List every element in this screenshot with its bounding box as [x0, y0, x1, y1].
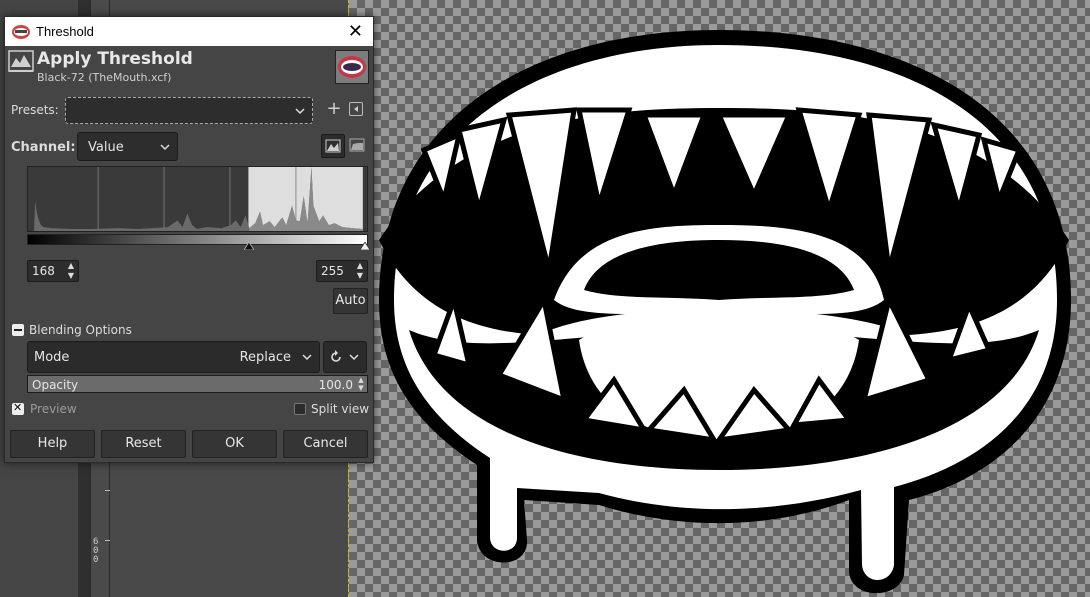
chevron-down-icon [302, 354, 312, 361]
decrement-icon[interactable]: ▼ [64, 271, 78, 281]
help-button[interactable]: Help [10, 430, 95, 458]
threshold-dialog: Threshold ✕ Apply Threshold Black-72 (Th… [4, 16, 374, 463]
histogram-area [27, 166, 370, 258]
high-threshold-spinner[interactable]: 255 ▲ ▼ [316, 260, 368, 282]
channel-value: Value [88, 140, 124, 155]
channel-dropdown[interactable]: Value [77, 132, 178, 161]
auto-button[interactable]: Auto [333, 288, 368, 314]
opacity-slider[interactable]: Opacity 100.0 ▲ ▼ [27, 375, 368, 393]
mode-value: Replace [239, 350, 291, 365]
low-threshold-handle[interactable] [244, 242, 254, 250]
decrement-icon[interactable]: ▼ [356, 384, 366, 392]
mode-label: Mode [34, 350, 70, 365]
increment-icon[interactable]: ▲ [356, 376, 366, 384]
dialog-title: Threshold [36, 24, 94, 39]
reset-icon [331, 350, 341, 362]
presets-label: Presets: [11, 103, 59, 117]
ok-button[interactable]: OK [192, 430, 277, 458]
mouth-artwork [379, 30, 1071, 594]
high-threshold-value: 255 [321, 264, 344, 278]
reset-button[interactable]: Reset [101, 430, 186, 458]
ruler-label: 600 [93, 537, 99, 565]
linear-histogram-button[interactable] [321, 134, 345, 158]
presets-row: Presets: + [5, 96, 373, 126]
chevron-down-icon [295, 107, 305, 114]
presets-dropdown[interactable] [65, 97, 313, 124]
low-threshold-spinner[interactable]: 168 ▲ ▼ [27, 260, 79, 282]
low-threshold-value: 168 [32, 264, 55, 278]
dialog-heading: Apply Threshold [37, 49, 193, 69]
channel-label: Channel: [11, 140, 76, 155]
split-view-checkbox[interactable] [294, 403, 306, 415]
chevron-down-icon [349, 354, 359, 361]
opacity-value: 100.0 [318, 378, 353, 392]
decrement-icon[interactable]: ▼ [353, 271, 367, 281]
log-histogram-button[interactable] [346, 134, 370, 158]
blend-mode-dropdown[interactable]: Mode Replace [27, 341, 320, 373]
threshold-gradient-bar[interactable] [27, 234, 368, 245]
close-icon[interactable]: ✕ [348, 21, 363, 41]
high-threshold-handle[interactable] [360, 242, 370, 250]
preview-checkbox[interactable] [12, 401, 24, 415]
collapse-icon[interactable] [12, 324, 24, 336]
image-name: Black-72 (TheMouth.xcf) [37, 71, 172, 84]
linear-histogram-icon [325, 139, 341, 153]
presets-menu-icon[interactable] [349, 102, 363, 116]
composite-mode-dropdown[interactable] [323, 341, 367, 373]
log-histogram-icon [349, 138, 365, 152]
blending-options-label: Blending Options [29, 323, 132, 337]
opacity-fill [28, 376, 367, 392]
threshold-tool-icon [8, 50, 34, 72]
dialog-header: Apply Threshold Black-72 (TheMouth.xcf) [5, 46, 373, 88]
gimp-app-icon [12, 24, 30, 39]
split-view-label: Split view [311, 402, 370, 416]
opacity-label: Opacity [32, 378, 79, 392]
channel-row: Channel: Value [5, 131, 373, 163]
increment-icon[interactable]: ▲ [64, 261, 78, 271]
chevron-down-icon [160, 143, 170, 150]
increment-icon[interactable]: ▲ [353, 261, 367, 271]
histogram[interactable] [27, 166, 368, 232]
layer-thumbnail [335, 50, 369, 84]
add-preset-icon[interactable]: + [326, 100, 342, 118]
image-canvas[interactable] [348, 0, 1090, 597]
cancel-button[interactable]: Cancel [283, 430, 368, 458]
dialog-titlebar[interactable]: Threshold ✕ [5, 17, 373, 46]
preview-label: Preview [30, 402, 77, 416]
